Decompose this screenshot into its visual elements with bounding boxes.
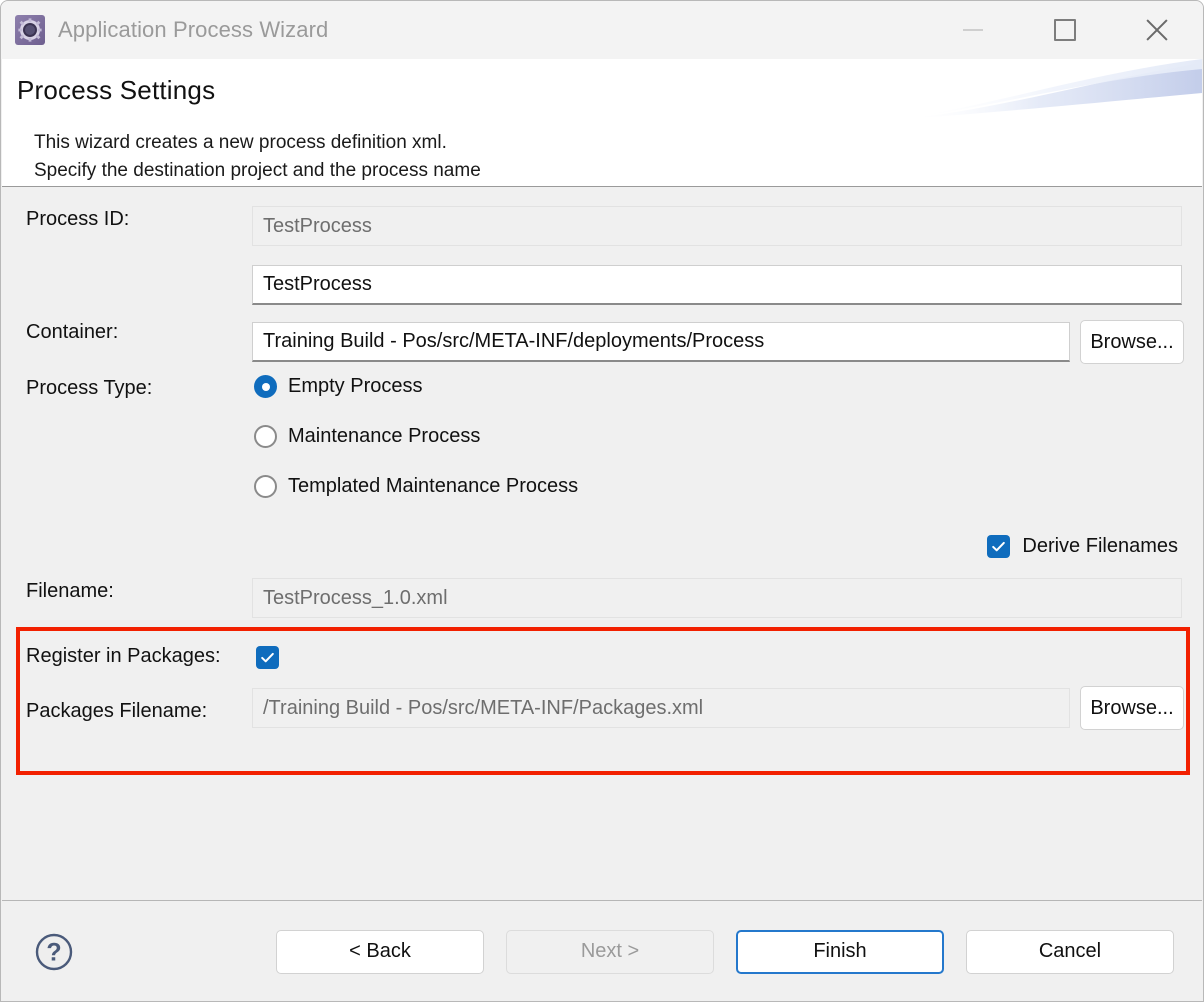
process-type-row: Process Type: (26, 377, 152, 400)
checkmark-icon (261, 652, 274, 663)
form-area: Process ID: TestProcess TestProcess Cont… (2, 188, 1202, 901)
help-icon[interactable]: ? (34, 932, 74, 972)
close-icon (1144, 17, 1170, 43)
description-line-2: Specify the destination project and the … (34, 160, 481, 181)
filename-label: Filename: (26, 580, 114, 602)
gear-icon (15, 15, 45, 45)
derive-filenames-checkbox-row[interactable]: Derive Filenames (987, 535, 1178, 558)
process-id-field: TestProcess (252, 206, 1182, 246)
container-label: Container: (26, 321, 119, 343)
maximize-button[interactable] (1019, 1, 1111, 59)
container-row: Container: (26, 321, 252, 344)
container-input[interactable]: Training Build - Pos/src/META-INF/deploy… (252, 322, 1070, 362)
title-bar: Application Process Wizard (1, 1, 1203, 59)
packages-filename-row: Packages Filename: (26, 700, 207, 723)
minimize-button[interactable] (927, 1, 1019, 59)
packages-filename-field: /Training Build - Pos/src/META-INF/Packa… (252, 688, 1070, 728)
page-title: Process Settings (17, 75, 216, 105)
window-title: Application Process Wizard (58, 17, 329, 42)
cancel-button[interactable]: Cancel (966, 929, 1174, 974)
derive-filenames-label: Derive Filenames (1022, 535, 1178, 557)
finish-button[interactable]: Finish (736, 929, 944, 974)
packages-filename-label: Packages Filename: (26, 700, 208, 722)
radio-maintenance-process[interactable]: Maintenance Process (254, 425, 480, 448)
container-browse-button[interactable]: Browse... (1080, 320, 1184, 364)
radio-templated-maintenance-process[interactable]: Templated Maintenance Process (254, 475, 578, 498)
maximize-icon (1054, 19, 1076, 41)
checkmark-icon (992, 541, 1006, 552)
radio-empty-process-label: Empty Process (288, 375, 423, 397)
close-button[interactable] (1111, 1, 1203, 59)
decorative-swoosh-icon (902, 59, 1202, 119)
filename-field: TestProcess_1.0.xml (252, 578, 1182, 618)
radio-empty-process-indicator[interactable] (254, 375, 277, 398)
window-controls (927, 1, 1203, 59)
wizard-window: Application Process Wizard Process Setti… (0, 0, 1204, 1002)
radio-templated-maintenance-process-label: Templated Maintenance Process (288, 475, 579, 497)
derive-filenames-checkbox[interactable] (987, 535, 1011, 558)
wizard-header: Process Settings This wizard creates a n… (2, 59, 1202, 187)
radio-empty-process[interactable]: Empty Process (254, 375, 422, 398)
packages-browse-button[interactable]: Browse... (1080, 686, 1184, 730)
svg-text:?: ? (46, 938, 61, 966)
filename-row: Filename: (26, 580, 114, 603)
radio-maintenance-process-indicator[interactable] (254, 425, 277, 448)
back-button[interactable]: < Back (276, 929, 484, 974)
register-in-packages-row: Register in Packages: (26, 645, 221, 668)
minimize-icon (963, 29, 983, 31)
next-button: Next > (506, 929, 714, 974)
process-id-row: Process ID: (26, 208, 252, 231)
register-in-packages-label: Register in Packages: (26, 645, 221, 667)
process-id-label: Process ID: (26, 208, 130, 230)
radio-templated-maintenance-process-indicator[interactable] (254, 475, 277, 498)
process-type-label: Process Type: (26, 377, 153, 399)
wizard-footer: ? < Back Next > Finish Cancel (2, 902, 1202, 1001)
process-name-input[interactable]: TestProcess (252, 265, 1182, 305)
gear-icon-glyph (18, 18, 42, 42)
register-in-packages-checkbox[interactable] (256, 646, 279, 669)
page-description: This wizard creates a new process defini… (34, 129, 481, 185)
footer-buttons: < Back Next > Finish Cancel (276, 929, 1174, 974)
description-line-1: This wizard creates a new process defini… (34, 132, 447, 153)
radio-maintenance-process-label: Maintenance Process (288, 425, 481, 447)
